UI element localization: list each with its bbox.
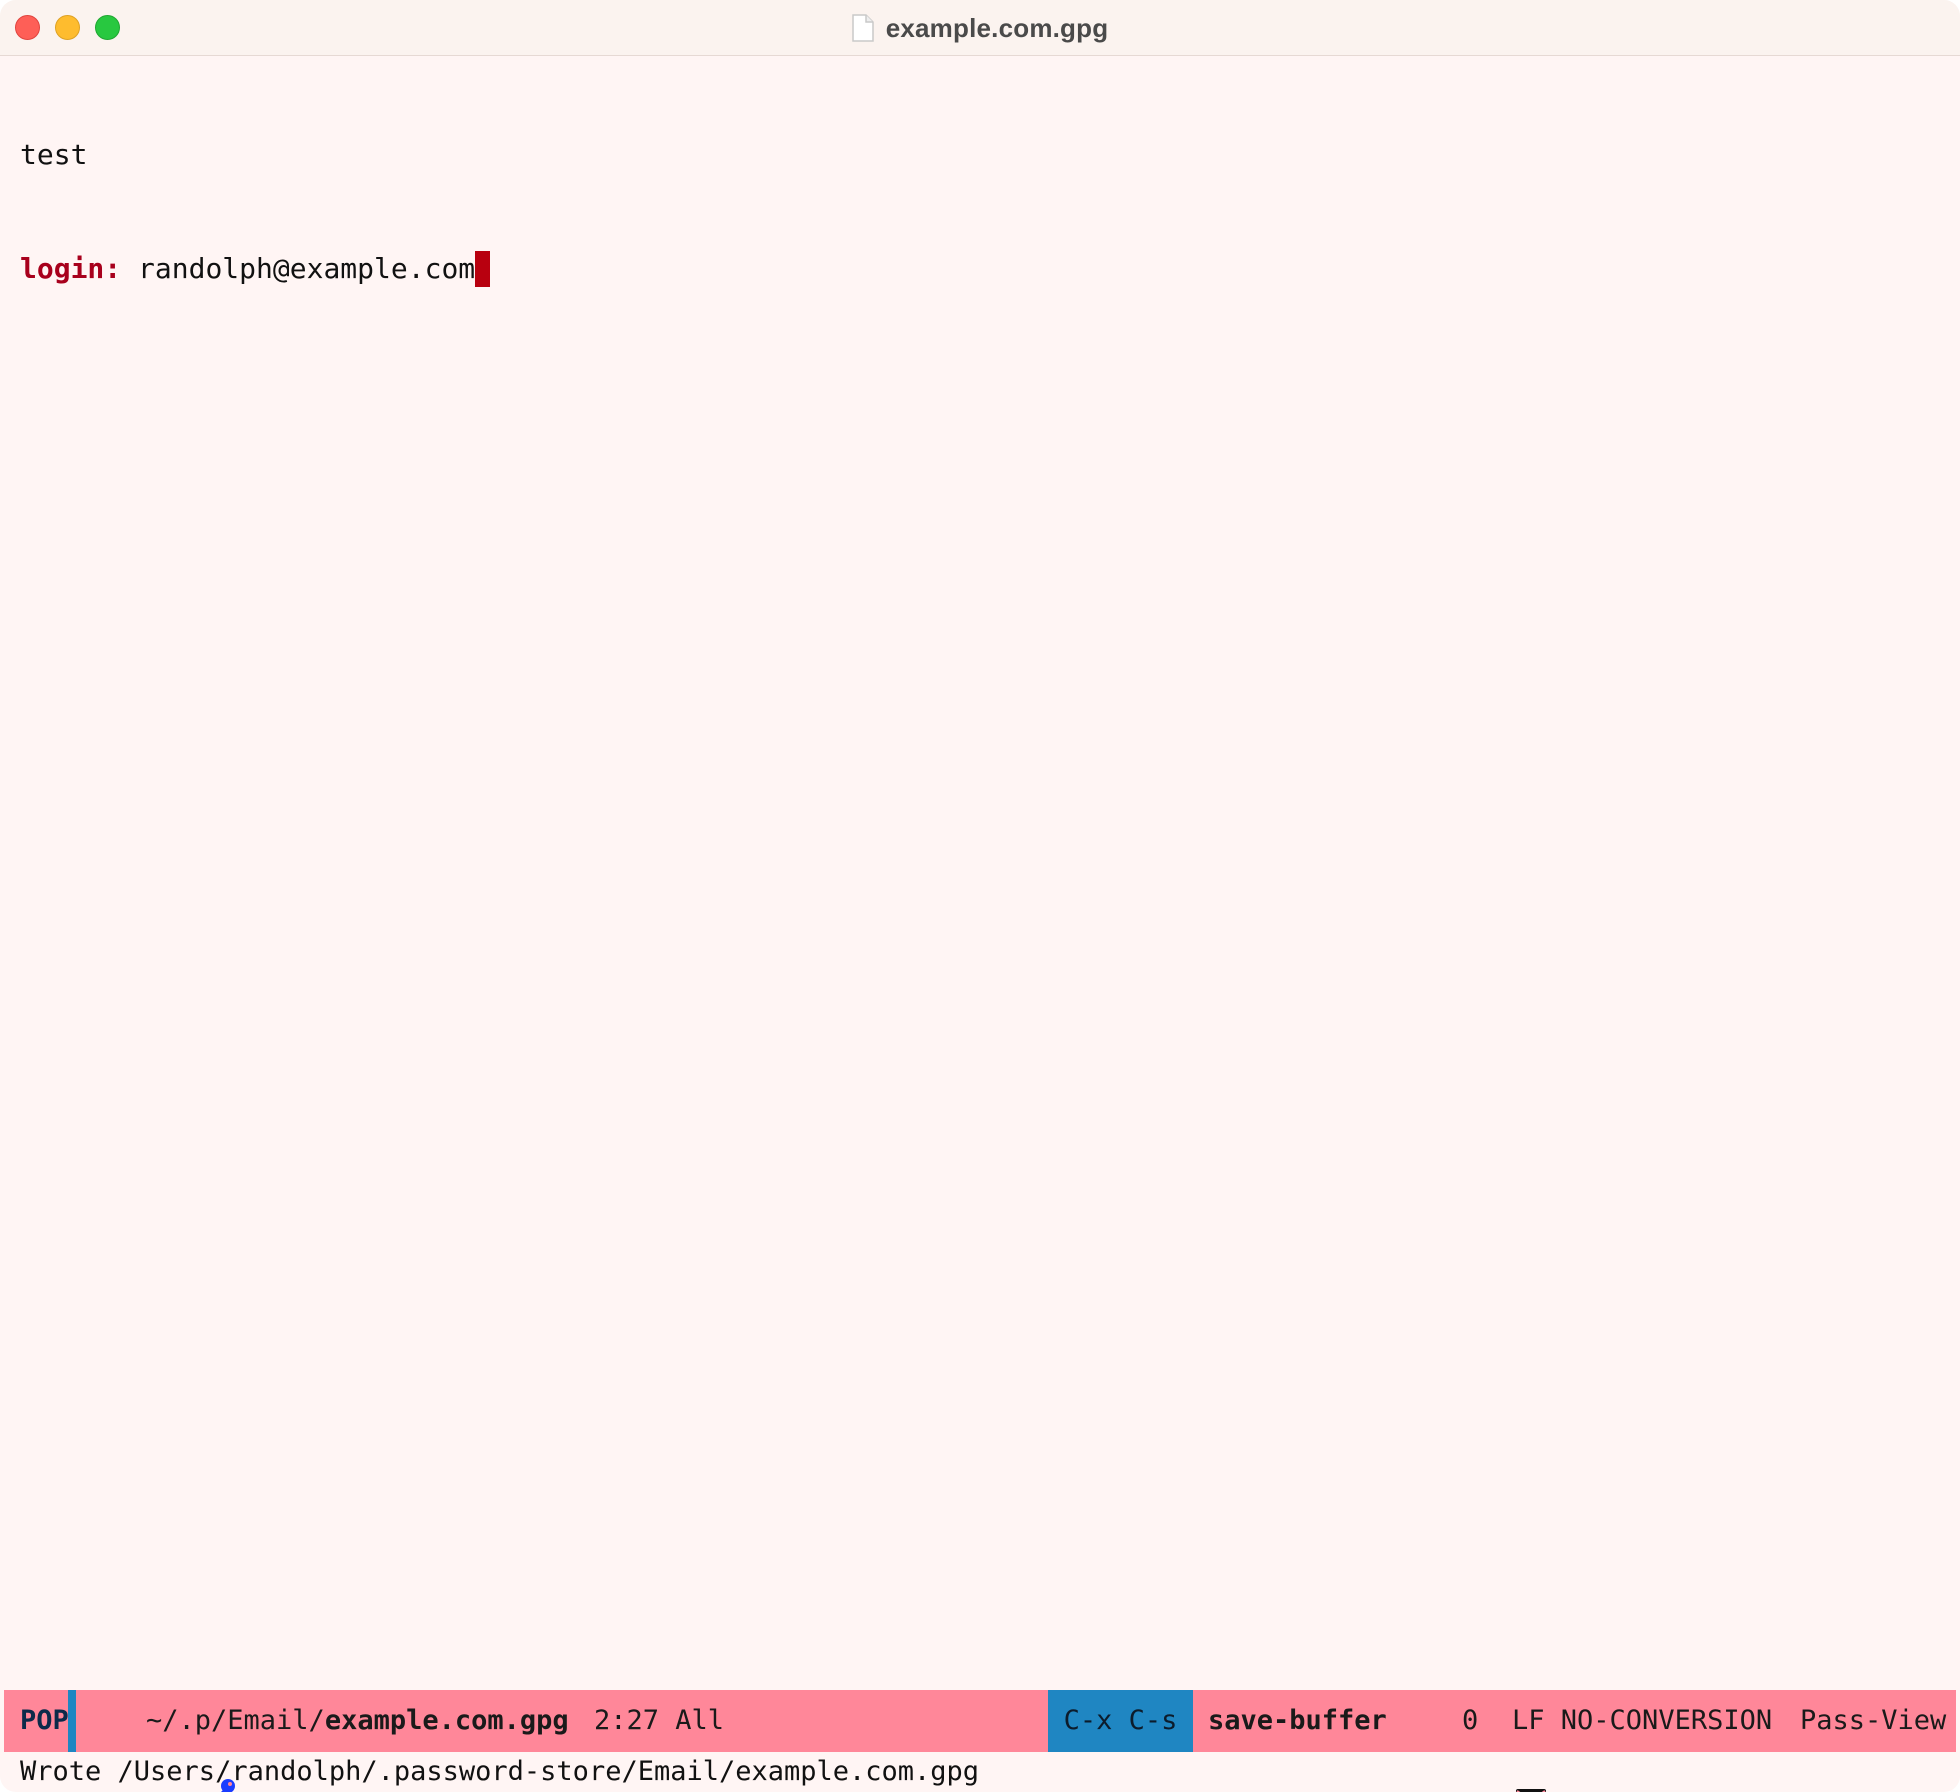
last-command: save-buffer bbox=[1208, 1705, 1387, 1736]
cursor-position: 2:27 All bbox=[594, 1690, 724, 1752]
scroll-indicator: All bbox=[675, 1705, 725, 1736]
document-icon bbox=[851, 14, 874, 42]
coding-system: NO-CONVERSION bbox=[1560, 1705, 1773, 1736]
window-title: example.com.gpg bbox=[885, 12, 1109, 43]
mode-line: POP ~/.p/Email/example.com.gpg 2:27 All … bbox=[4, 1690, 1956, 1792]
encoding-indicator[interactable]: LF NO-CONVERSION bbox=[1512, 1690, 1772, 1752]
last-keybinding: C-x C-s bbox=[1048, 1690, 1193, 1752]
emacs-window: example.com.gpg test login: randolph@exa… bbox=[0, 0, 1960, 1792]
buffer-line-2: login: randolph@example.com bbox=[20, 250, 491, 288]
text-cursor bbox=[475, 251, 491, 287]
buffer-text-area[interactable]: test login: randolph@example.com bbox=[20, 60, 491, 364]
key-icon bbox=[106, 1706, 235, 1792]
state-accent-bar bbox=[68, 1690, 76, 1752]
eol-type: LF bbox=[1512, 1705, 1545, 1736]
title-bar[interactable]: example.com.gpg bbox=[0, 0, 1960, 56]
login-key: login: bbox=[20, 252, 122, 285]
buffer-file-path[interactable]: ~/.p/Email/example.com.gpg bbox=[146, 1690, 569, 1752]
path-prefix: ~/.p/Email/ bbox=[146, 1705, 325, 1736]
buffer-line-1: test bbox=[20, 136, 490, 174]
echo-area: Wrote /Users/randolph/.password-store/Em… bbox=[20, 1756, 980, 1787]
login-value: randolph@example.com bbox=[121, 252, 476, 285]
path-filename: example.com.gpg bbox=[324, 1705, 569, 1736]
major-mode[interactable]: Pass-View bbox=[1800, 1690, 1946, 1752]
window-title-group: example.com.gpg bbox=[0, 0, 1960, 56]
buffer-line-1-text: test bbox=[20, 138, 88, 171]
line-column: 2:27 bbox=[594, 1705, 660, 1736]
evil-state-indicator: POP bbox=[20, 1705, 69, 1736]
envelope-icon bbox=[1418, 1710, 1546, 1792]
mail-count: 0 bbox=[1462, 1705, 1479, 1736]
